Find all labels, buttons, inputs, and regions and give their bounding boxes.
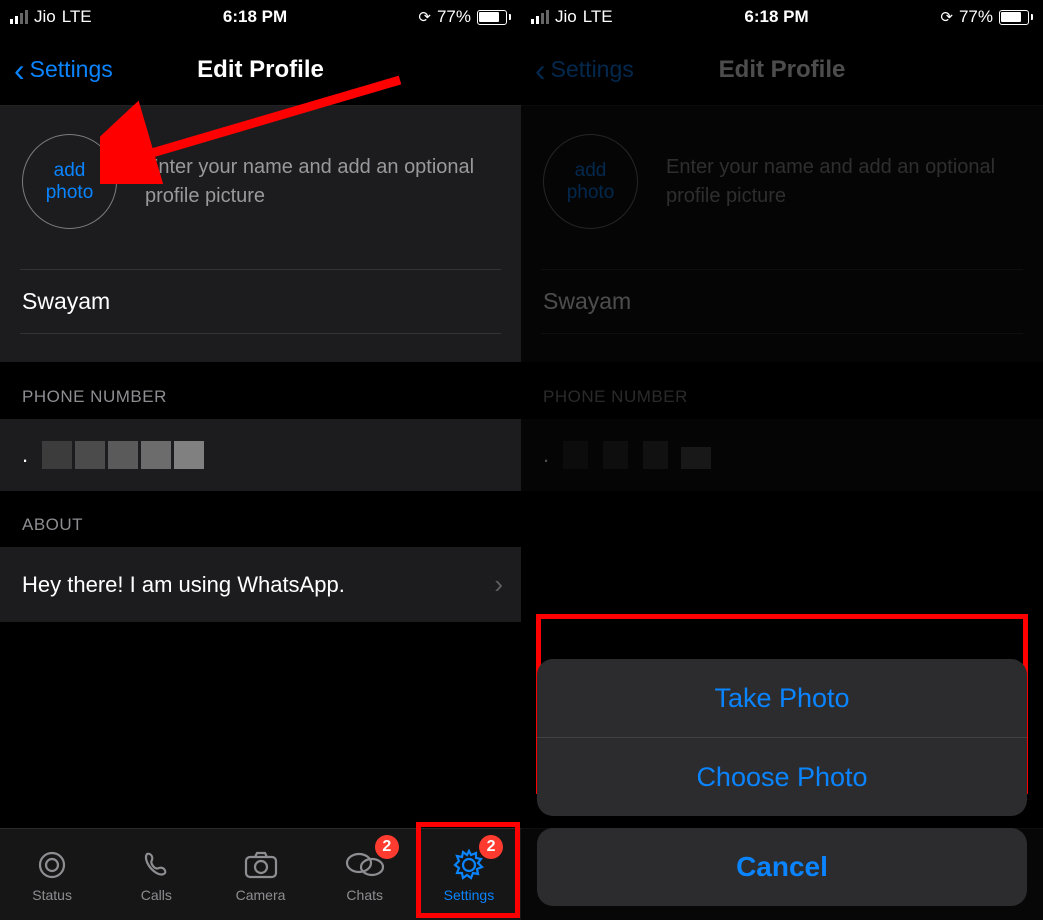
phone-number-row: .: [0, 419, 521, 491]
about-text: Hey there! I am using WhatsApp.: [22, 572, 345, 598]
content: add photo Enter your name and add an opt…: [521, 106, 1043, 491]
section-gap: PHONE NUMBER: [0, 363, 521, 419]
battery-icon: [477, 10, 511, 25]
battery-percent: 77%: [437, 7, 471, 27]
add-photo-line2: photo: [567, 182, 615, 204]
back-label: Settings: [551, 56, 634, 83]
clock: 6:18 PM: [223, 7, 287, 27]
screenshot-left: Jio LTE 6:18 PM ⟳ 77% ‹ Settings Edit Pr…: [0, 0, 521, 920]
annotation-box-settings: [416, 822, 520, 918]
status-left: Jio LTE: [531, 7, 613, 27]
status-bar: Jio LTE 6:18 PM ⟳ 77%: [521, 0, 1043, 34]
name-field[interactable]: Swayam: [20, 269, 501, 334]
tab-label: Chats: [346, 887, 383, 903]
orientation-lock-icon: ⟳: [940, 8, 953, 26]
back-button[interactable]: ‹ Settings: [535, 56, 634, 83]
add-photo-line2: photo: [46, 182, 94, 204]
phone-redacted: [42, 441, 204, 469]
tab-status[interactable]: Status: [0, 829, 104, 920]
profile-section: add photo Enter your name and add an opt…: [521, 106, 1043, 363]
content: add photo Enter your name and add an opt…: [0, 106, 521, 622]
about-section-header: ABOUT: [0, 515, 105, 547]
carrier-label: Jio: [555, 7, 577, 27]
phone-number-row: .: [521, 419, 1043, 491]
choose-photo-button[interactable]: Choose Photo: [537, 738, 1027, 816]
network-label: LTE: [62, 7, 92, 27]
signal-icon: [531, 10, 549, 24]
back-label: Settings: [30, 56, 113, 83]
profile-hint: Enter your name and add an optional prof…: [666, 153, 1021, 211]
tab-label: Camera: [236, 887, 286, 903]
tab-label: Calls: [141, 887, 172, 903]
phone-section-header: PHONE NUMBER: [0, 387, 189, 419]
status-icon: [35, 847, 69, 883]
clock: 6:18 PM: [744, 7, 808, 27]
phone-section-header: PHONE NUMBER: [521, 387, 710, 419]
status-bar: Jio LTE 6:18 PM ⟳ 77%: [0, 0, 521, 34]
chevron-left-icon: ‹: [14, 62, 25, 78]
tab-label: Status: [32, 887, 72, 903]
chevron-right-icon: ›: [494, 569, 503, 600]
phone-icon: [140, 847, 172, 883]
profile-section: add photo Enter your name and add an opt…: [0, 106, 521, 363]
action-sheet-options: Take Photo Choose Photo: [537, 659, 1027, 816]
carrier-label: Jio: [34, 7, 56, 27]
tab-chats[interactable]: Chats 2: [313, 829, 417, 920]
cancel-button[interactable]: Cancel: [537, 828, 1027, 906]
status-left: Jio LTE: [10, 7, 92, 27]
name-field[interactable]: Swayam: [541, 269, 1023, 334]
section-gap: PHONE NUMBER: [521, 363, 1043, 419]
status-right: ⟳ 77%: [940, 7, 1033, 27]
chats-badge: 2: [375, 835, 399, 859]
about-row[interactable]: Hey there! I am using WhatsApp. ›: [0, 547, 521, 622]
battery-percent: 77%: [959, 7, 993, 27]
take-photo-button[interactable]: Take Photo: [537, 659, 1027, 737]
page-title: Edit Profile: [719, 56, 846, 84]
screenshot-right: Jio LTE 6:18 PM ⟳ 77% ‹ Settings Edit Pr…: [521, 0, 1043, 920]
network-label: LTE: [583, 7, 613, 27]
phone-prefix: .: [543, 442, 549, 468]
chevron-left-icon: ‹: [535, 62, 546, 78]
battery-icon: [999, 10, 1033, 25]
phone-redacted: [563, 441, 711, 469]
add-photo-line1: add: [54, 160, 86, 182]
orientation-lock-icon: ⟳: [418, 8, 431, 26]
phone-prefix: .: [22, 442, 28, 468]
add-photo-button[interactable]: add photo: [543, 134, 638, 229]
section-gap-2: ABOUT: [0, 491, 521, 547]
tab-calls[interactable]: Calls: [104, 829, 208, 920]
nav-bar: ‹ Settings Edit Profile: [521, 34, 1043, 106]
add-photo-button[interactable]: add photo: [22, 134, 117, 229]
signal-icon: [10, 10, 28, 24]
profile-hint: Enter your name and add an optional prof…: [145, 153, 499, 211]
add-photo-line1: add: [575, 160, 607, 182]
nav-bar: ‹ Settings Edit Profile: [0, 34, 521, 106]
status-right: ⟳ 77%: [418, 7, 511, 27]
camera-icon: [243, 847, 279, 883]
tab-camera[interactable]: Camera: [208, 829, 312, 920]
action-sheet: Take Photo Choose Photo Cancel: [537, 659, 1027, 906]
page-title: Edit Profile: [197, 56, 324, 84]
back-button[interactable]: ‹ Settings: [14, 56, 113, 83]
